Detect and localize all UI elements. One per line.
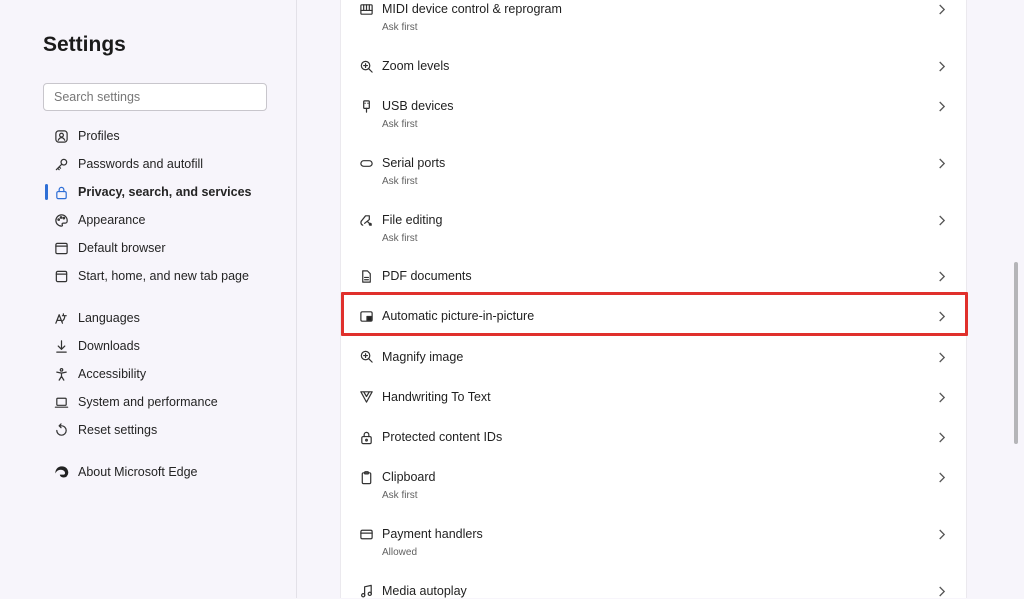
sidebar-item-downloads[interactable]: Downloads bbox=[45, 334, 285, 358]
permission-name: Automatic picture-in-picture bbox=[382, 309, 535, 323]
permission-status: Ask first bbox=[382, 490, 418, 501]
permission-name: MIDI device control & reprogram bbox=[382, 2, 562, 16]
permission-name: File editing bbox=[382, 213, 443, 227]
permission-name: Magnify image bbox=[382, 350, 464, 364]
pdf-icon bbox=[358, 268, 374, 284]
languages-icon bbox=[52, 309, 70, 327]
sidebar-item-label: Reset settings bbox=[78, 423, 158, 437]
edge-logo-icon bbox=[52, 463, 70, 481]
chevron-right-icon bbox=[936, 527, 946, 541]
usb-icon bbox=[358, 98, 374, 114]
permission-name: Media autoplay bbox=[382, 584, 467, 598]
permission-name: PDF documents bbox=[382, 269, 472, 283]
permission-name: Zoom levels bbox=[382, 59, 450, 73]
chevron-right-icon bbox=[936, 584, 946, 598]
chevron-right-icon bbox=[936, 99, 946, 113]
permission-row-handwriting[interactable]: Handwriting To Text bbox=[341, 376, 966, 416]
permission-row-serial-ports[interactable]: Serial ports Ask first bbox=[341, 143, 966, 200]
zoom-icon bbox=[358, 58, 374, 74]
laptop-icon bbox=[52, 393, 70, 411]
serial-port-icon bbox=[358, 155, 374, 171]
page-title: Settings bbox=[43, 33, 126, 56]
permission-row-clipboard[interactable]: Clipboard Ask first bbox=[341, 456, 966, 513]
search-input[interactable] bbox=[43, 83, 267, 111]
sidebar-item-label: Profiles bbox=[78, 129, 120, 143]
permission-name: Serial ports bbox=[382, 156, 446, 170]
magnify-icon bbox=[358, 348, 374, 364]
permission-row-pdf[interactable]: PDF documents bbox=[341, 257, 966, 293]
permission-row-picture-in-picture[interactable]: Automatic picture-in-picture bbox=[341, 296, 966, 336]
permission-row-midi[interactable]: MIDI device control & reprogram Ask firs… bbox=[341, 0, 966, 40]
permission-row-magnify-image[interactable]: Magnify image bbox=[341, 336, 966, 376]
chevron-right-icon bbox=[936, 390, 946, 404]
sidebar-item-label: Passwords and autofill bbox=[78, 157, 204, 171]
permission-status: Ask first bbox=[382, 233, 418, 244]
chevron-right-icon bbox=[936, 350, 946, 364]
chevron-right-icon bbox=[936, 470, 946, 484]
sidebar-item-system[interactable]: System and performance bbox=[45, 390, 285, 414]
permission-status: Ask first bbox=[382, 119, 418, 130]
sidebar-item-about[interactable]: About Microsoft Edge bbox=[45, 460, 285, 484]
permission-row-file-editing[interactable]: File editing Ask first bbox=[341, 200, 966, 257]
home-icon bbox=[52, 267, 70, 285]
sidebar-item-label: Default browser bbox=[78, 241, 166, 255]
sidebar-item-accessibility[interactable]: Accessibility bbox=[45, 362, 285, 386]
sidebar-item-reset[interactable]: Reset settings bbox=[45, 418, 285, 442]
chevron-right-icon bbox=[936, 430, 946, 444]
chevron-right-icon bbox=[936, 309, 946, 323]
profile-icon bbox=[52, 127, 70, 145]
permission-name: Payment handlers bbox=[382, 527, 483, 541]
sidebar-item-default-browser[interactable]: Default browser bbox=[45, 236, 285, 260]
clipboard-icon bbox=[358, 469, 374, 485]
sidebar-item-label: Appearance bbox=[78, 213, 146, 227]
permission-row-protected-content[interactable]: Protected content IDs bbox=[341, 416, 966, 456]
chevron-right-icon bbox=[936, 2, 946, 16]
browser-icon bbox=[52, 239, 70, 257]
download-icon bbox=[52, 337, 70, 355]
permission-status: Allowed bbox=[382, 547, 418, 558]
scrollbar-thumb[interactable] bbox=[1014, 262, 1018, 444]
permission-status: Ask first bbox=[382, 176, 418, 187]
settings-sidebar: Settings Profiles Passwords and autofill… bbox=[0, 0, 297, 598]
chevron-right-icon bbox=[936, 156, 946, 170]
sidebar-item-label: Start, home, and new tab page bbox=[78, 269, 249, 283]
payment-icon bbox=[358, 526, 374, 542]
key-icon bbox=[52, 155, 70, 173]
permission-row-media-autoplay[interactable]: Media autoplay bbox=[341, 570, 966, 598]
permission-name: Handwriting To Text bbox=[382, 390, 491, 404]
permission-row-usb[interactable]: USB devices Ask first bbox=[341, 86, 966, 143]
sidebar-item-label: Privacy, search, and services bbox=[78, 185, 252, 199]
sidebar-item-passwords[interactable]: Passwords and autofill bbox=[45, 152, 285, 176]
chevron-right-icon bbox=[936, 213, 946, 227]
file-edit-icon bbox=[358, 212, 374, 228]
site-permissions-panel: MIDI device control & reprogram Ask firs… bbox=[340, 0, 968, 598]
sidebar-item-languages[interactable]: Languages bbox=[45, 306, 285, 330]
accessibility-icon bbox=[52, 365, 70, 383]
palette-icon bbox=[52, 211, 70, 229]
sidebar-item-label: About Microsoft Edge bbox=[78, 465, 198, 479]
permission-name: Clipboard bbox=[382, 470, 436, 484]
protected-content-icon bbox=[358, 429, 374, 445]
sidebar-item-privacy[interactable]: Privacy, search, and services bbox=[45, 180, 285, 204]
midi-icon bbox=[358, 1, 374, 17]
permission-row-zoom[interactable]: Zoom levels bbox=[341, 46, 966, 86]
permission-row-payment-handlers[interactable]: Payment handlers Allowed bbox=[341, 513, 966, 570]
sidebar-item-start-home[interactable]: Start, home, and new tab page bbox=[45, 264, 285, 288]
permission-name: Protected content IDs bbox=[382, 430, 503, 444]
sidebar-item-label: Accessibility bbox=[78, 367, 147, 381]
sidebar-item-label: Downloads bbox=[78, 339, 140, 353]
sidebar-item-profiles[interactable]: Profiles bbox=[45, 124, 285, 148]
picture-in-picture-icon bbox=[358, 308, 374, 324]
lock-icon bbox=[52, 183, 70, 201]
chevron-right-icon bbox=[936, 59, 946, 73]
handwriting-icon bbox=[358, 388, 374, 404]
chevron-right-icon bbox=[936, 269, 946, 283]
sidebar-item-label: System and performance bbox=[78, 395, 218, 409]
sidebar-item-appearance[interactable]: Appearance bbox=[45, 208, 285, 232]
music-note-icon bbox=[358, 583, 374, 599]
reset-icon bbox=[52, 421, 70, 439]
permission-status: Ask first bbox=[382, 22, 418, 33]
permission-name: USB devices bbox=[382, 99, 454, 113]
sidebar-item-label: Languages bbox=[78, 311, 140, 325]
